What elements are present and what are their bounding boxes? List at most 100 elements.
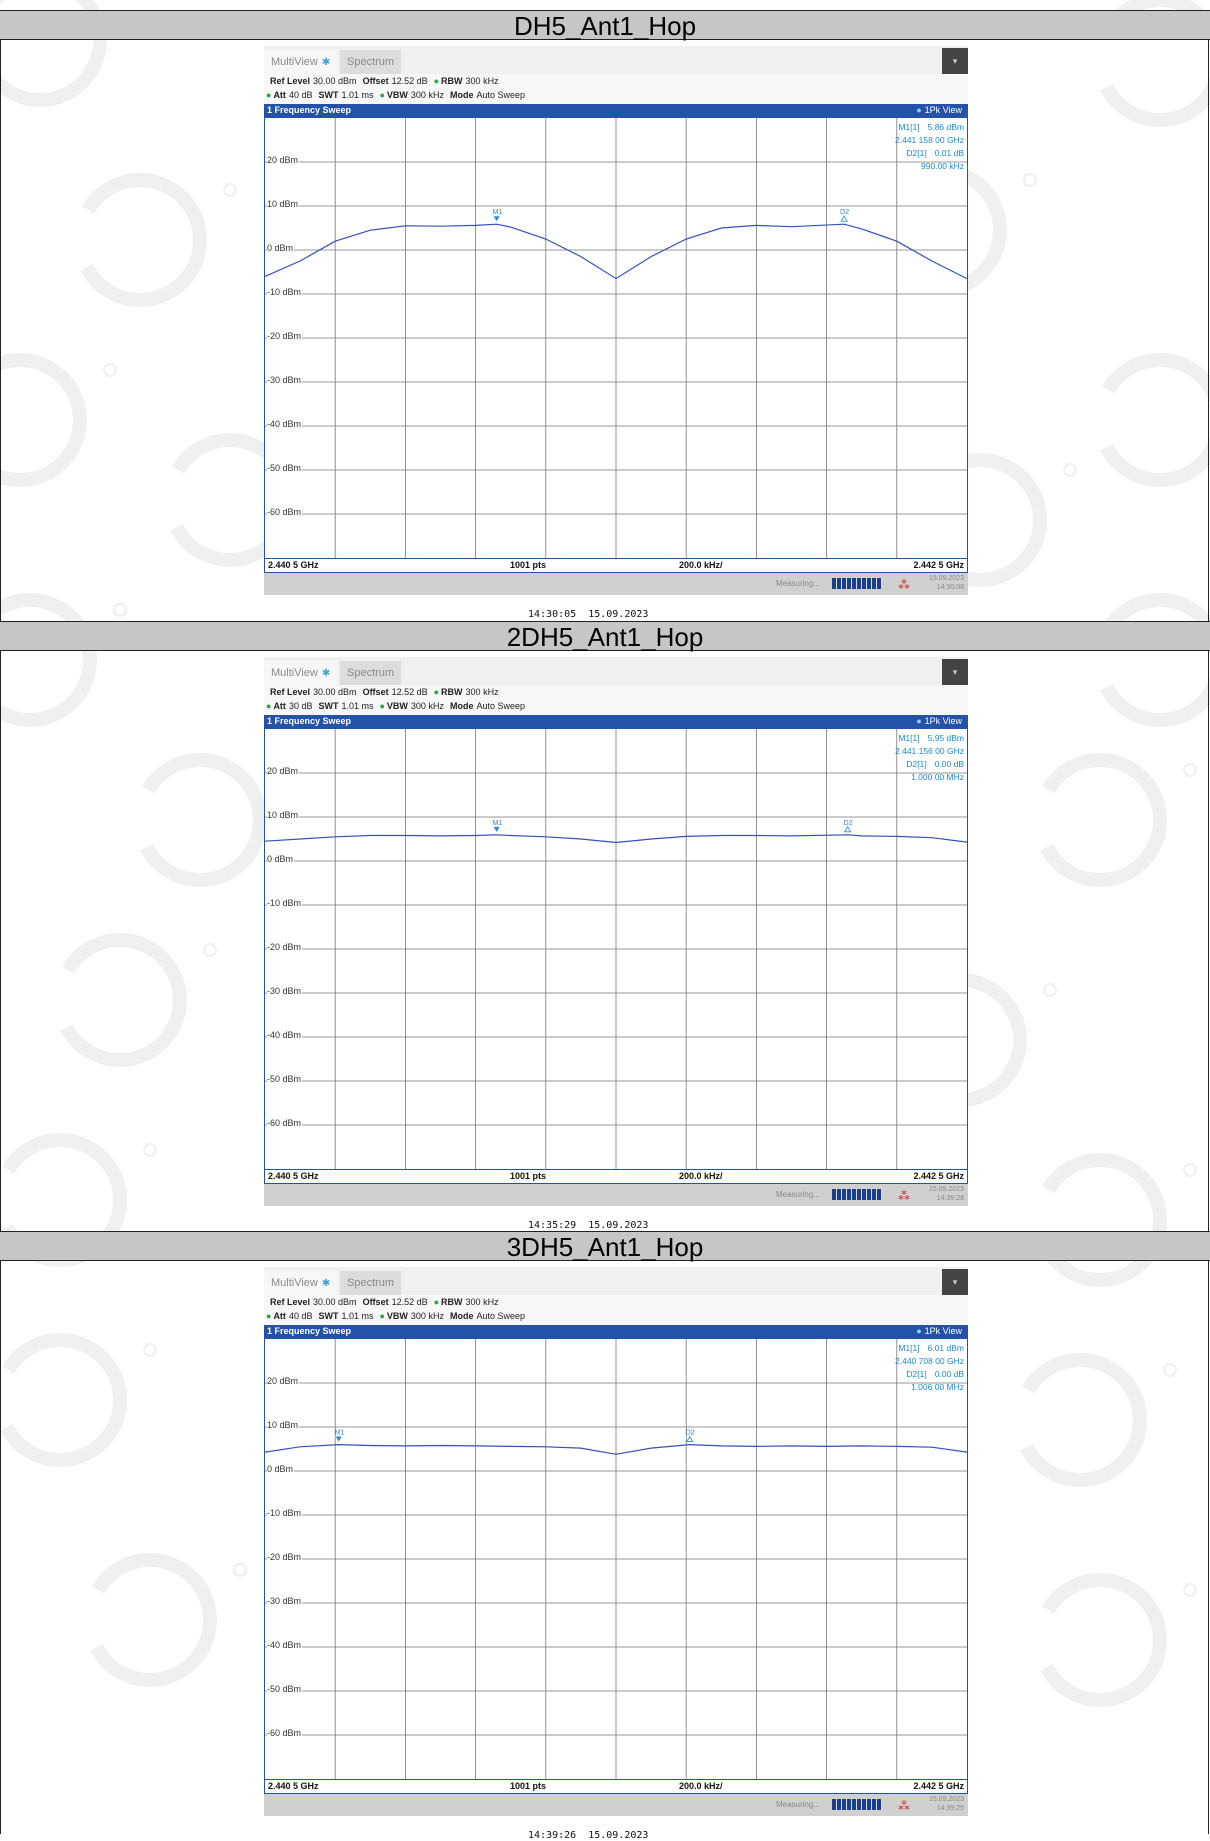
marker-d2-icon[interactable] bbox=[843, 826, 852, 833]
status-datetime: 15.09.2023 14:35:28 bbox=[929, 1185, 964, 1203]
marker-name: M1[1] bbox=[898, 1343, 920, 1353]
marker-m1-icon[interactable] bbox=[493, 216, 500, 222]
marker-readout-row: D2[1] 0.00 dB bbox=[895, 758, 964, 771]
marker-value: 2.440 708 00 GHz bbox=[895, 1356, 964, 1366]
y-tick-label: 10 dBm bbox=[267, 810, 300, 820]
tab-spectrum-label: Spectrum bbox=[347, 56, 395, 68]
spectrum-chart: M1 D2 bbox=[265, 118, 968, 558]
ref-level-label: Ref Level bbox=[270, 687, 311, 697]
y-tick-label: -30 dBm bbox=[267, 375, 303, 385]
spectrum-plot[interactable]: M1 D2 20 dBm 10 dBm 0 dBm -10 dBm -20 dBm -30 d… bbox=[264, 728, 968, 1170]
swt-value[interactable]: 1.01 ms bbox=[341, 90, 373, 100]
vbw-value[interactable]: 300 kHz bbox=[411, 90, 444, 100]
marker-m1-icon[interactable] bbox=[335, 1436, 342, 1442]
y-tick-label: -10 dBm bbox=[267, 898, 303, 908]
y-tick-label: -60 dBm bbox=[267, 1118, 303, 1128]
tab-status-icon: ✱ bbox=[321, 1278, 331, 1289]
span-per-div-label: 200.0 kHz/ bbox=[679, 1781, 723, 1791]
view-label: 1Pk View bbox=[924, 1326, 962, 1336]
offset-value[interactable]: 12.52 dB bbox=[392, 687, 428, 697]
mode-label: Mode bbox=[449, 90, 474, 100]
coupled-indicator-icon: ● bbox=[433, 687, 440, 697]
sweep-title-bar: 1 Frequency Sweep ● 1Pk View bbox=[264, 1325, 968, 1338]
marker-name: D2[1] bbox=[906, 148, 927, 158]
swt-label: SWT bbox=[318, 90, 339, 100]
swt-value[interactable]: 1.01 ms bbox=[341, 1311, 373, 1321]
status-bar: Measuring... ⁂ 15.09.2023 14:39:25 bbox=[264, 1794, 968, 1816]
mode-label: Mode bbox=[449, 701, 474, 711]
tab-spectrum[interactable]: Spectrum bbox=[340, 661, 402, 685]
network-icon: ⁂ bbox=[898, 1189, 910, 1203]
marker-value: 6.01 dBm bbox=[927, 1343, 964, 1353]
spectrum-plot[interactable]: M1 D2 20 dBm 10 dBm 0 dBm -10 dBm -20 dBm -30 d… bbox=[264, 117, 968, 559]
coupled-indicator-icon: ● bbox=[433, 1297, 440, 1307]
status-time: 14:30:08 bbox=[936, 584, 964, 591]
tab-multiview[interactable]: MultiView ✱ bbox=[264, 661, 338, 685]
tab-multiview[interactable]: MultiView ✱ bbox=[264, 1271, 338, 1295]
marker-name: M1[1] bbox=[898, 122, 920, 132]
tab-spectrum[interactable]: Spectrum bbox=[340, 1271, 402, 1295]
marker-readout-row: D2[1] 0.01 dB bbox=[895, 147, 964, 160]
menu-button[interactable]: ▾ bbox=[942, 1269, 968, 1295]
att-value[interactable]: 40 dB bbox=[289, 90, 313, 100]
x-start-label: 2.440 5 GHz bbox=[268, 1171, 319, 1181]
mode-value[interactable]: Auto Sweep bbox=[476, 90, 525, 100]
rbw-label: RBW bbox=[441, 76, 463, 86]
coupled-indicator-icon: ● bbox=[379, 701, 385, 711]
offset-value[interactable]: 12.52 dB bbox=[392, 76, 428, 86]
y-tick-label: -50 dBm bbox=[267, 1684, 303, 1694]
rbw-value[interactable]: 300 kHz bbox=[466, 76, 499, 86]
mode-value[interactable]: Auto Sweep bbox=[476, 701, 525, 711]
marker-d2-icon[interactable] bbox=[686, 1435, 694, 1442]
marker-m1-icon[interactable] bbox=[493, 826, 500, 832]
status-date: 15.09.2023 bbox=[928, 1186, 964, 1193]
tab-multiview[interactable]: MultiView ✱ bbox=[264, 50, 338, 74]
tab-bar: MultiView ✱ Spectrum ▾ bbox=[264, 1267, 968, 1295]
y-tick-label: 20 dBm bbox=[267, 766, 300, 776]
y-tick-label: -50 dBm bbox=[267, 463, 303, 473]
marker-label-m1: M1 bbox=[493, 820, 503, 827]
rbw-label: RBW bbox=[441, 687, 463, 697]
offset-value[interactable]: 12.52 dB bbox=[392, 1297, 428, 1307]
status-time: 14:35:28 bbox=[936, 1195, 964, 1202]
vbw-value[interactable]: 300 kHz bbox=[411, 701, 444, 711]
marker-readout-row: 1.000 00 MHz bbox=[895, 771, 964, 784]
marker-readout: M1[1] 5.95 dBm 2.441 156 00 GHz D2[1] 0.00 d… bbox=[895, 732, 964, 784]
coupled-indicator-icon: ● bbox=[266, 90, 272, 100]
menu-button[interactable]: ▾ bbox=[942, 48, 968, 74]
marker-readout-row: 990.00 kHz bbox=[895, 160, 964, 173]
ref-level-value[interactable]: 30.00 dBm bbox=[313, 76, 357, 86]
sweep-title: 1 Frequency Sweep bbox=[267, 1326, 352, 1336]
spectrum-plot[interactable]: M1 D2 20 dBm 10 dBm 0 dBm -10 dBm -20 dBm -30 d… bbox=[264, 1338, 968, 1780]
ref-level-value[interactable]: 30.00 dBm bbox=[313, 1297, 357, 1307]
vbw-value[interactable]: 300 kHz bbox=[411, 1311, 444, 1321]
tab-spectrum[interactable]: Spectrum bbox=[340, 50, 402, 74]
vbw-label: VBW bbox=[386, 701, 408, 711]
ref-level-value[interactable]: 30.00 dBm bbox=[313, 687, 357, 697]
x-axis-info-bar: 2.440 5 GHz 1001 pts 200.0 kHz/2.442 5 GHz bbox=[264, 1170, 968, 1184]
coupled-indicator-icon: ● bbox=[379, 90, 385, 100]
capture-timestamp: 14:30:05 15.09.2023 bbox=[528, 609, 649, 620]
menu-button[interactable]: ▾ bbox=[942, 659, 968, 685]
result-panel: 3DH5_Ant1_Hop MultiView ✱ Spectrum ▾ Ref Leve… bbox=[0, 1231, 1210, 1841]
marker-d2-icon[interactable] bbox=[840, 215, 848, 222]
tab-bar: MultiView ✱ Spectrum ▾ bbox=[264, 657, 968, 685]
marker-name: D2[1] bbox=[906, 759, 927, 769]
spectrum-analyzer-screen: MultiView ✱ Spectrum ▾ Ref Level 30.00 dBm Off… bbox=[264, 657, 968, 1231]
marker-readout: M1[1] 5.86 dBm 2.441 158 00 GHz D2[1] 0.01 d… bbox=[895, 121, 964, 173]
marker-readout: M1[1] 6.01 dBm 2.440 708 00 GHz D2[1] 0.00 d… bbox=[895, 1342, 964, 1394]
mode-value[interactable]: Auto Sweep bbox=[476, 1311, 525, 1321]
att-value[interactable]: 30 dB bbox=[289, 701, 313, 711]
rbw-value[interactable]: 300 kHz bbox=[466, 687, 499, 697]
x-axis-info-bar: 2.440 5 GHz 1001 pts 200.0 kHz/2.442 5 GHz bbox=[264, 559, 968, 573]
y-tick-label: -30 dBm bbox=[267, 1596, 303, 1606]
swt-value[interactable]: 1.01 ms bbox=[341, 701, 373, 711]
rbw-value[interactable]: 300 kHz bbox=[466, 1297, 499, 1307]
y-tick-label: -30 dBm bbox=[267, 986, 303, 996]
marker-value: 2.441 156 00 GHz bbox=[895, 746, 964, 756]
att-value[interactable]: 40 dB bbox=[289, 1311, 313, 1321]
offset-label: Offset bbox=[362, 687, 389, 697]
marker-value: 5.86 dBm bbox=[927, 122, 964, 132]
sweep-title: 1 Frequency Sweep bbox=[267, 105, 352, 115]
marker-label-m1: M1 bbox=[335, 1430, 345, 1437]
